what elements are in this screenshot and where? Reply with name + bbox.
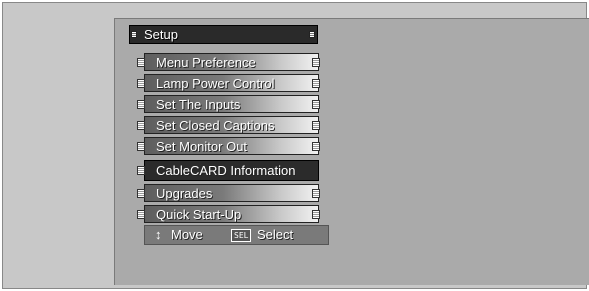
tab-right-icon	[312, 210, 320, 219]
menu-item-label: Set Closed Captions	[156, 118, 275, 133]
tab-left-icon	[137, 121, 145, 130]
tab-left-icon	[137, 58, 145, 67]
menu-item-menu-preference[interactable]: Menu Preference	[137, 53, 320, 71]
menu-item-quick-start-up[interactable]: Quick Start-Up	[137, 205, 320, 223]
menu-item-label: Lamp Power Control	[156, 76, 275, 91]
tab-right-icon	[312, 58, 320, 67]
menu-title: Setup	[144, 27, 178, 42]
menu-item-label: Set The Inputs	[156, 97, 241, 112]
tab-left-icon	[137, 166, 145, 175]
menu-item-set-monitor-out[interactable]: Set Monitor Out	[137, 137, 320, 155]
title-corner-right	[309, 31, 315, 38]
tab-right-icon	[312, 142, 320, 151]
setup-title-bar: Setup	[129, 25, 318, 44]
tab-right-icon	[312, 100, 320, 109]
title-corner-left	[131, 31, 137, 38]
menu-item-label: CableCARD Information	[156, 163, 296, 178]
tab-left-icon	[137, 210, 145, 219]
tab-right-icon	[312, 79, 320, 88]
menu-item-label: Set Monitor Out	[156, 139, 248, 154]
arrows-icon: ↕	[155, 227, 162, 242]
move-hint-label: Move	[171, 227, 203, 242]
menu-item-label: Quick Start-Up	[156, 207, 242, 222]
sel-key-icon: SEL	[231, 229, 252, 242]
menu-item-set-closed-captions[interactable]: Set Closed Captions	[137, 116, 320, 134]
menu-item-set-the-inputs[interactable]: Set The Inputs	[137, 95, 320, 113]
tab-left-icon	[137, 142, 145, 151]
tab-left-icon	[137, 79, 145, 88]
tab-left-icon	[137, 189, 145, 198]
menu-item-cablecard-information[interactable]: CableCARD Information	[137, 160, 319, 181]
menu-item-lamp-power-control[interactable]: Lamp Power Control	[137, 74, 320, 92]
menu-item-label: Menu Preference	[156, 55, 256, 70]
tab-right-icon	[312, 121, 320, 130]
select-hint-label: Select	[257, 227, 294, 242]
menu-item-upgrades[interactable]: Upgrades	[137, 184, 320, 202]
menu-item-label: Upgrades	[156, 186, 213, 201]
menu-footer-hints: ↕ Move SEL Select	[144, 225, 329, 245]
tab-left-icon	[137, 100, 145, 109]
tab-right-icon	[312, 189, 320, 198]
